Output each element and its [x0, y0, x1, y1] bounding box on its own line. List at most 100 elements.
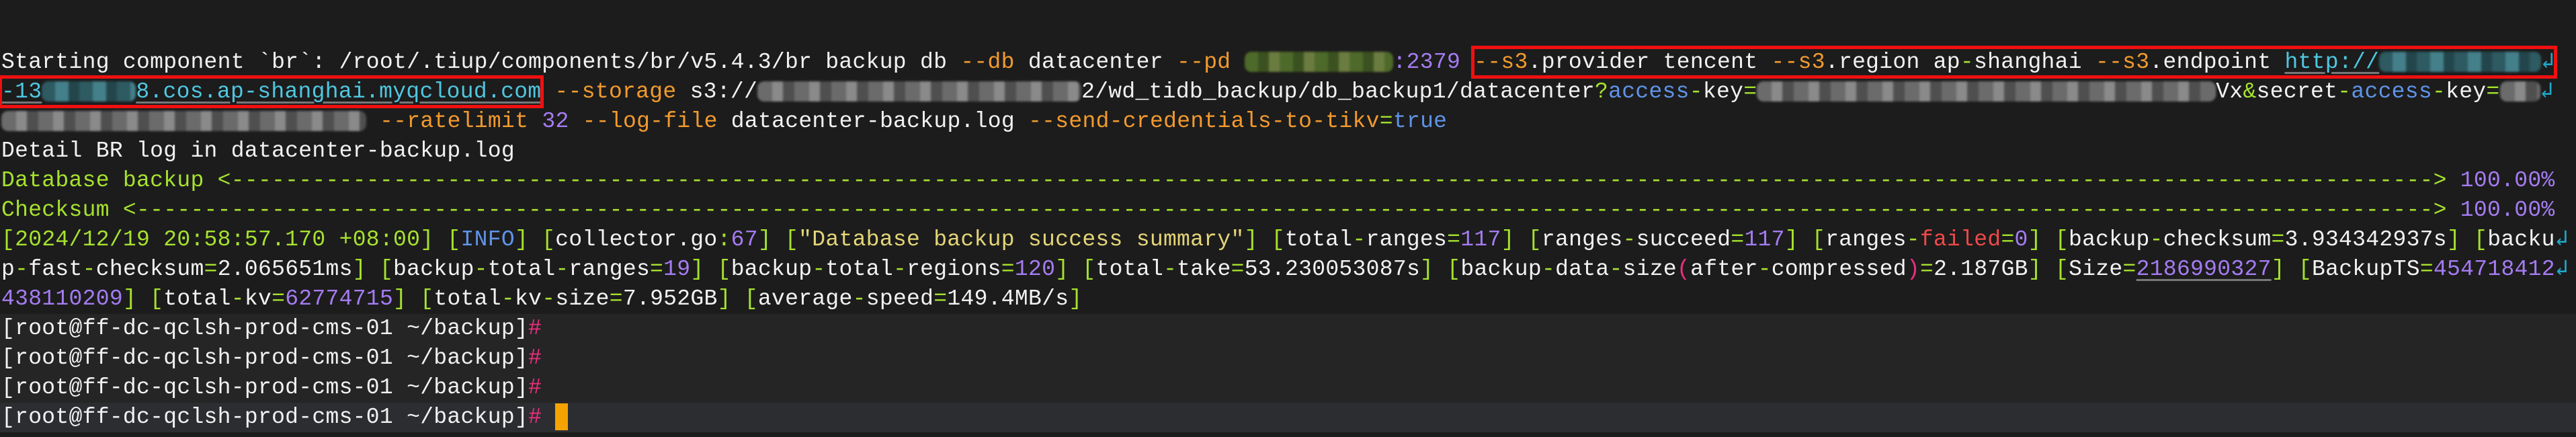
text-segment: 120 [1014, 257, 1056, 282]
text-segment: - [2149, 227, 2163, 252]
text-segment: access [2351, 79, 2432, 104]
text-segment: 100.00% [2460, 198, 2555, 223]
text-segment: INFO [460, 227, 515, 252]
text-segment: - [15, 257, 29, 282]
text-segment: = [2122, 257, 2136, 282]
text-segment: data [1555, 257, 1610, 282]
text-segment: > [2433, 168, 2460, 193]
text-segment: ranges [1541, 227, 1623, 252]
text-segment: 32 [528, 109, 569, 134]
text-segment: 67 [731, 227, 758, 252]
text-segment: = [2486, 79, 2500, 104]
text-segment: 149.4MB/s [947, 286, 1069, 311]
text-segment: :2379 [1393, 50, 1461, 75]
text-segment: = [204, 257, 218, 282]
text-segment: Starting component `br`: /root/.tiup/com… [1, 50, 961, 75]
text-segment: .endpoint [2149, 50, 2285, 75]
terminal-output[interactable]: Starting component `br`: /root/.tiup/com… [0, 46, 2576, 432]
text-segment: backup [393, 257, 474, 282]
text-segment: ] [ [2271, 257, 2312, 282]
text-segment: - [2337, 79, 2352, 104]
text-segment: ] [ [2028, 227, 2069, 252]
text-segment: = [1001, 257, 1015, 282]
text-segment: = [1919, 257, 1934, 282]
text-segment: ( [1677, 257, 1691, 282]
text-segment: compressed [1771, 257, 1907, 282]
text-segment: http:// [2284, 50, 2380, 75]
text-segment: Checksum <------------------------------… [1, 198, 2434, 223]
text-segment: ] [ [393, 286, 434, 311]
text-segment: --s3 [1474, 50, 1528, 75]
text-segment: - [1163, 257, 1177, 282]
text-segment: size [1622, 257, 1677, 282]
text-segment: take [1177, 257, 1231, 282]
text-segment: - [542, 286, 556, 311]
text-segment: key [1702, 79, 1744, 104]
output-line: Checksum <------------------------------… [0, 196, 2576, 225]
text-segment: --db [960, 50, 1015, 75]
text-segment: BackupTS [2312, 257, 2420, 282]
wrap-arrow-icon [2540, 79, 2554, 104]
text-segment: # [528, 375, 542, 400]
text-segment [1460, 50, 1474, 75]
redacted-pd-address [1244, 52, 1393, 73]
text-segment: - [1609, 257, 1623, 282]
text-segment: secret [2256, 79, 2338, 104]
output-line: Detail BR log in datacenter-backup.log [0, 136, 2576, 166]
text-segment: - [474, 257, 488, 282]
text-segment: = [2419, 257, 2434, 282]
prompt-line: [root@ff-dc-qclsh-prod-cms-01 ~/backup]# [0, 314, 2576, 344]
text-segment: - [1906, 227, 1920, 252]
text-segment: kv [244, 286, 272, 311]
text-segment: ] [ [690, 257, 731, 282]
text-segment: ] [ [717, 286, 758, 311]
text-segment: 2.065651ms [217, 257, 353, 282]
text-segment: --s3 [2095, 50, 2150, 75]
redacted-secret-key [2499, 81, 2540, 102]
text-segment: ranges [569, 257, 651, 282]
highlight-box: --s3.provider tencent --s3.region ap-sha… [1471, 46, 2558, 79]
redacted-access-key [1757, 81, 2216, 102]
text-segment: - [1960, 50, 1975, 75]
redacted-bucket-id [42, 81, 136, 102]
text-segment: ] [ [1784, 227, 1826, 252]
text-segment [1231, 50, 1244, 75]
text-segment: ] [ [352, 257, 394, 282]
text-segment: --pd [1177, 50, 1231, 75]
highlight-box: -13 8.cos.ap-shanghai.myqcloud.com [0, 75, 544, 108]
text-segment: 117 [1744, 227, 1785, 252]
text-segment: 19 [663, 257, 691, 282]
text-segment: Database backup <-----------------------… [1, 168, 2434, 193]
text-segment: collector.go [555, 227, 718, 252]
redacted-bucket-name [757, 81, 1082, 102]
text-segment: = [272, 286, 286, 311]
wrap-arrow-icon [2555, 227, 2569, 252]
text-segment: - [231, 286, 245, 311]
text-segment: after [1690, 257, 1758, 282]
text-segment: - [1622, 227, 1636, 252]
text-segment: .provider tencent [1528, 50, 1772, 75]
prompt-line: [root@ff-dc-qclsh-prod-cms-01 ~/backup]# [0, 373, 2576, 403]
text-segment: [ [1, 227, 15, 252]
text-segment: - [2432, 79, 2446, 104]
text-segment: shanghai [1974, 50, 2095, 75]
text-segment: fast [28, 257, 83, 282]
text-segment: = [1447, 227, 1461, 252]
text-segment: = [1743, 79, 1757, 104]
text-segment: ] [ [1244, 227, 1285, 252]
text-segment: ] [ [1055, 257, 1096, 282]
text-segment: 438110209 [1, 286, 123, 311]
text-segment: -13 [1, 79, 42, 104]
text-segment: average [757, 286, 853, 311]
text-segment: = [933, 286, 948, 311]
text-segment: datacenter-backup.log [717, 109, 1029, 134]
redacted-endpoint-host [2379, 52, 2542, 73]
text-segment: ? [1595, 79, 1609, 104]
text-segment: : [717, 227, 731, 252]
text-segment: 53.230053087s [1244, 257, 1421, 282]
text-segment: failed [1919, 227, 2001, 252]
text-segment: checksum [95, 257, 204, 282]
text-segment: 117 [1460, 227, 1501, 252]
text-segment: = [2271, 227, 2285, 252]
text-segment: 2024/12/19 20:58:57.170 +08:00 [15, 227, 421, 252]
